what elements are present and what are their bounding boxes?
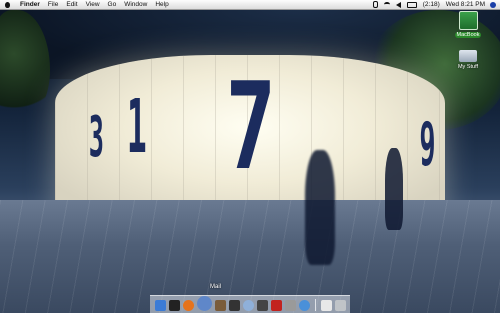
menu-app-name[interactable]: Finder xyxy=(16,0,44,9)
desktop-icon-my-stuff[interactable]: My Stuff xyxy=(448,50,488,70)
menu-clock[interactable]: Wed 8:21 PM xyxy=(443,1,488,8)
trash-icon[interactable] xyxy=(334,300,346,311)
battery-time[interactable]: (2:18) xyxy=(420,1,443,8)
photo-booth-icon[interactable] xyxy=(270,300,282,311)
bluetooth-icon[interactable] xyxy=(372,1,378,8)
wall-digit: 9 xyxy=(419,110,435,180)
menu-go[interactable]: Go xyxy=(104,0,121,9)
quicktime-icon[interactable] xyxy=(256,300,268,311)
wall-digit: 7 xyxy=(225,58,277,197)
menu-file[interactable]: File xyxy=(44,0,62,9)
battery-icon[interactable] xyxy=(406,1,417,8)
dock-tooltip: Mail xyxy=(210,284,222,290)
desktop-wallpaper: 3 1 7 9 xyxy=(0,0,500,313)
wall-digit: 3 xyxy=(88,105,104,170)
firefox-icon[interactable] xyxy=(182,300,194,311)
itunes-icon[interactable] xyxy=(242,300,254,311)
preferences-icon[interactable] xyxy=(284,300,296,311)
mail-icon[interactable] xyxy=(196,296,212,311)
walking-person-silhouette xyxy=(385,148,403,230)
menu-view[interactable]: View xyxy=(82,0,104,9)
dock-divider xyxy=(314,299,316,311)
wifi-icon[interactable] xyxy=(383,2,390,7)
safari-icon[interactable] xyxy=(298,300,310,311)
menu-edit[interactable]: Edit xyxy=(62,0,81,9)
volume-icon[interactable] xyxy=(395,1,401,8)
dock xyxy=(150,295,350,313)
document-icon[interactable] xyxy=(320,300,332,311)
folder-icon xyxy=(459,50,477,62)
address-book-icon[interactable] xyxy=(214,300,226,311)
spotlight-icon[interactable] xyxy=(490,1,496,8)
desktop-icon-macbook[interactable]: MacBook xyxy=(448,11,488,38)
menu-bar: Finder File Edit View Go Window Help (2:… xyxy=(0,0,500,10)
hard-disk-icon xyxy=(458,11,478,30)
dashboard-icon[interactable] xyxy=(168,300,180,311)
desktop-icon-label: My Stuff xyxy=(457,64,479,70)
finder-icon[interactable] xyxy=(154,300,166,311)
wall-digit: 1 xyxy=(126,84,147,170)
apple-menu-icon[interactable] xyxy=(5,1,10,8)
walking-person-silhouette xyxy=(305,150,335,265)
menu-window[interactable]: Window xyxy=(120,0,151,9)
menu-help[interactable]: Help xyxy=(151,0,172,9)
facetime-icon[interactable] xyxy=(228,300,240,311)
desktop-icon-label: MacBook xyxy=(454,32,482,38)
